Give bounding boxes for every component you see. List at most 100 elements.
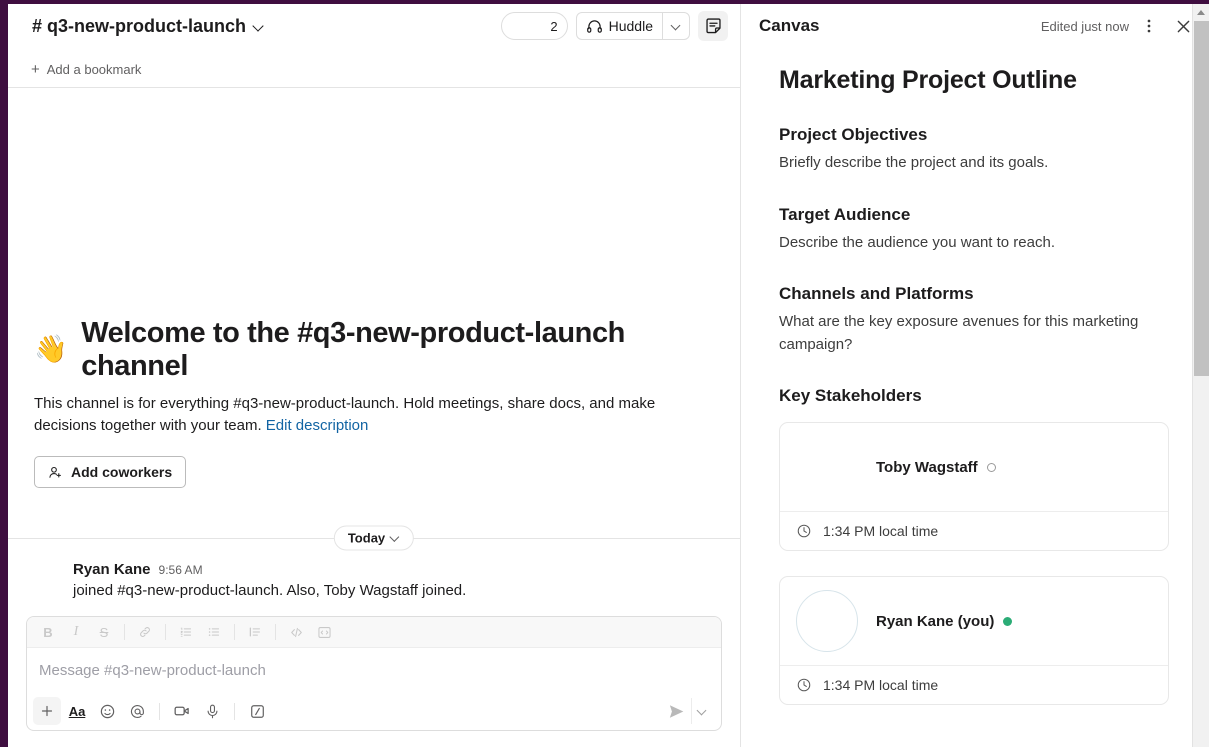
message-meta: Ryan Kane 9:56 AM [73,561,722,578]
canvas-panel: Canvas Edited just now M [741,0,1209,747]
day-divider: Today [8,528,740,548]
presence-away-icon [987,463,996,472]
canvas-section-body[interactable]: What are the key exposure avenues for th… [779,311,1149,356]
composer-wrapper: B I S [8,606,740,747]
hash-icon: # [32,16,42,37]
video-icon[interactable] [168,697,196,725]
stakeholder-card[interactable]: Ryan Kane (you) 1:34 PM local time [779,576,1169,705]
canvas-header-actions: Edited just now [1016,12,1197,40]
top-rail [0,0,1209,4]
divider [234,624,235,640]
code-icon[interactable] [283,620,309,644]
scrollbar-thumb[interactable] [1194,21,1209,376]
add-bookmark-button[interactable]: + Add a bookmark [26,59,146,80]
person-plus-icon [48,465,63,480]
canvas-section-body[interactable]: Describe the audience you want to reach. [779,232,1149,255]
divider [275,624,276,640]
microphone-icon[interactable] [198,697,226,725]
code-block-icon[interactable] [311,620,337,644]
scroll-up-button[interactable] [1193,4,1209,21]
italic-icon[interactable]: I [63,620,89,644]
message-list: 👋 Welcome to the #q3-new-product-launch … [8,88,740,606]
browser-scrollbar[interactable] [1192,4,1209,747]
canvas-header: Canvas Edited just now [741,0,1209,52]
canvas-stakeholders-heading[interactable]: Key Stakeholders [779,386,1169,406]
bookmark-bar: + Add a bookmark [8,52,740,88]
plus-icon[interactable] [33,697,61,725]
workspace-rail [0,0,8,747]
divider [159,703,160,720]
today-button[interactable]: Today [334,526,414,551]
hash-icon: # [297,317,313,349]
stakeholder-name-label: Ryan Kane (you) [876,613,994,630]
open-canvas-button[interactable] [698,11,728,41]
members-button[interactable]: 2 [501,12,567,40]
stakeholder-card[interactable]: Toby Wagstaff 1:34 PM local time [779,422,1169,551]
huddle-options-button[interactable] [663,13,689,39]
strikethrough-icon[interactable]: S [91,620,117,644]
mention-icon[interactable] [123,697,151,725]
today-label: Today [348,531,385,546]
stakeholder-name: Ryan Kane (you) [876,613,1012,630]
chevron-down-icon [253,20,265,32]
stakeholder-local-time: 1:34 PM local time [780,511,1168,550]
channel-column: # q3-new-product-launch 2 [8,0,740,747]
send-button[interactable] [661,698,691,724]
avatar[interactable] [26,561,62,597]
bulleted-list-icon[interactable] [201,620,227,644]
canvas-more-button[interactable] [1135,12,1163,40]
send-options-button[interactable] [691,698,713,724]
message-input[interactable]: Message #q3-new-product-launch [27,648,721,692]
chevron-down-icon [391,534,400,543]
edit-description-link[interactable]: Edit description [266,417,369,434]
avatar [1016,17,1034,35]
link-icon[interactable] [132,620,158,644]
avatar[interactable] [796,590,858,652]
chevron-down-icon [672,22,681,31]
stakeholder-main: Toby Wagstaff [780,423,1168,511]
chevron-down-icon [698,707,707,716]
divider [165,624,166,640]
canvas-section-body[interactable]: Briefly describe the project and its goa… [779,152,1149,175]
canvas-doc-title[interactable]: Marketing Project Outline [779,66,1169,95]
welcome-heading: 👋 Welcome to the #q3-new-product-launch … [34,317,714,384]
slash-command-icon[interactable] [243,697,271,725]
plus-icon: + [31,62,40,77]
canvas-section-heading[interactable]: Project Objectives [779,125,1169,145]
divider [234,703,235,720]
message-text: joined #q3-new-product-launch. Also, Tob… [73,580,722,602]
blockquote-icon[interactable] [242,620,268,644]
canvas-body: Marketing Project Outline Project Object… [741,52,1209,747]
composer-toolbar: Aa [27,692,721,730]
divider [124,624,125,640]
message-author[interactable]: Ryan Kane [73,561,151,578]
message-timestamp[interactable]: 9:56 AM [159,563,203,577]
huddle-label: Huddle [609,18,653,34]
bold-icon[interactable]: B [35,620,61,644]
channel-name-button[interactable]: # q3-new-product-launch [26,12,271,41]
clock-icon [796,677,812,693]
canvas-section-heading[interactable]: Target Audience [779,205,1169,225]
header-actions: 2 Huddle [501,11,728,41]
avatar[interactable] [796,436,858,498]
add-coworkers-button[interactable]: Add coworkers [34,456,186,488]
local-time-label: 1:34 PM local time [823,523,938,539]
stakeholder-name-label: Toby Wagstaff [876,459,978,476]
message-item: Ryan Kane 9:56 AM joined #q3-new-product… [8,554,740,606]
canvas-icon [704,17,723,36]
add-bookmark-label: Add a bookmark [47,62,142,77]
formatting-toolbar: B I S [27,617,721,648]
channel-description: This channel is for everything #q3-new-p… [34,393,714,437]
canvas-section-heading[interactable]: Channels and Platforms [779,284,1169,304]
huddle-button[interactable]: Huddle [576,12,690,40]
avatar [523,16,543,36]
welcome-suffix: channel [81,350,188,382]
avatar [505,16,525,36]
emoji-icon[interactable] [93,697,121,725]
huddle-main[interactable]: Huddle [577,13,662,39]
ordered-list-icon[interactable] [173,620,199,644]
stakeholder-main: Ryan Kane (you) [780,577,1168,665]
presence-active-icon [1003,617,1012,626]
add-coworkers-label: Add coworkers [71,464,172,480]
formatting-icon[interactable]: Aa [63,697,91,725]
